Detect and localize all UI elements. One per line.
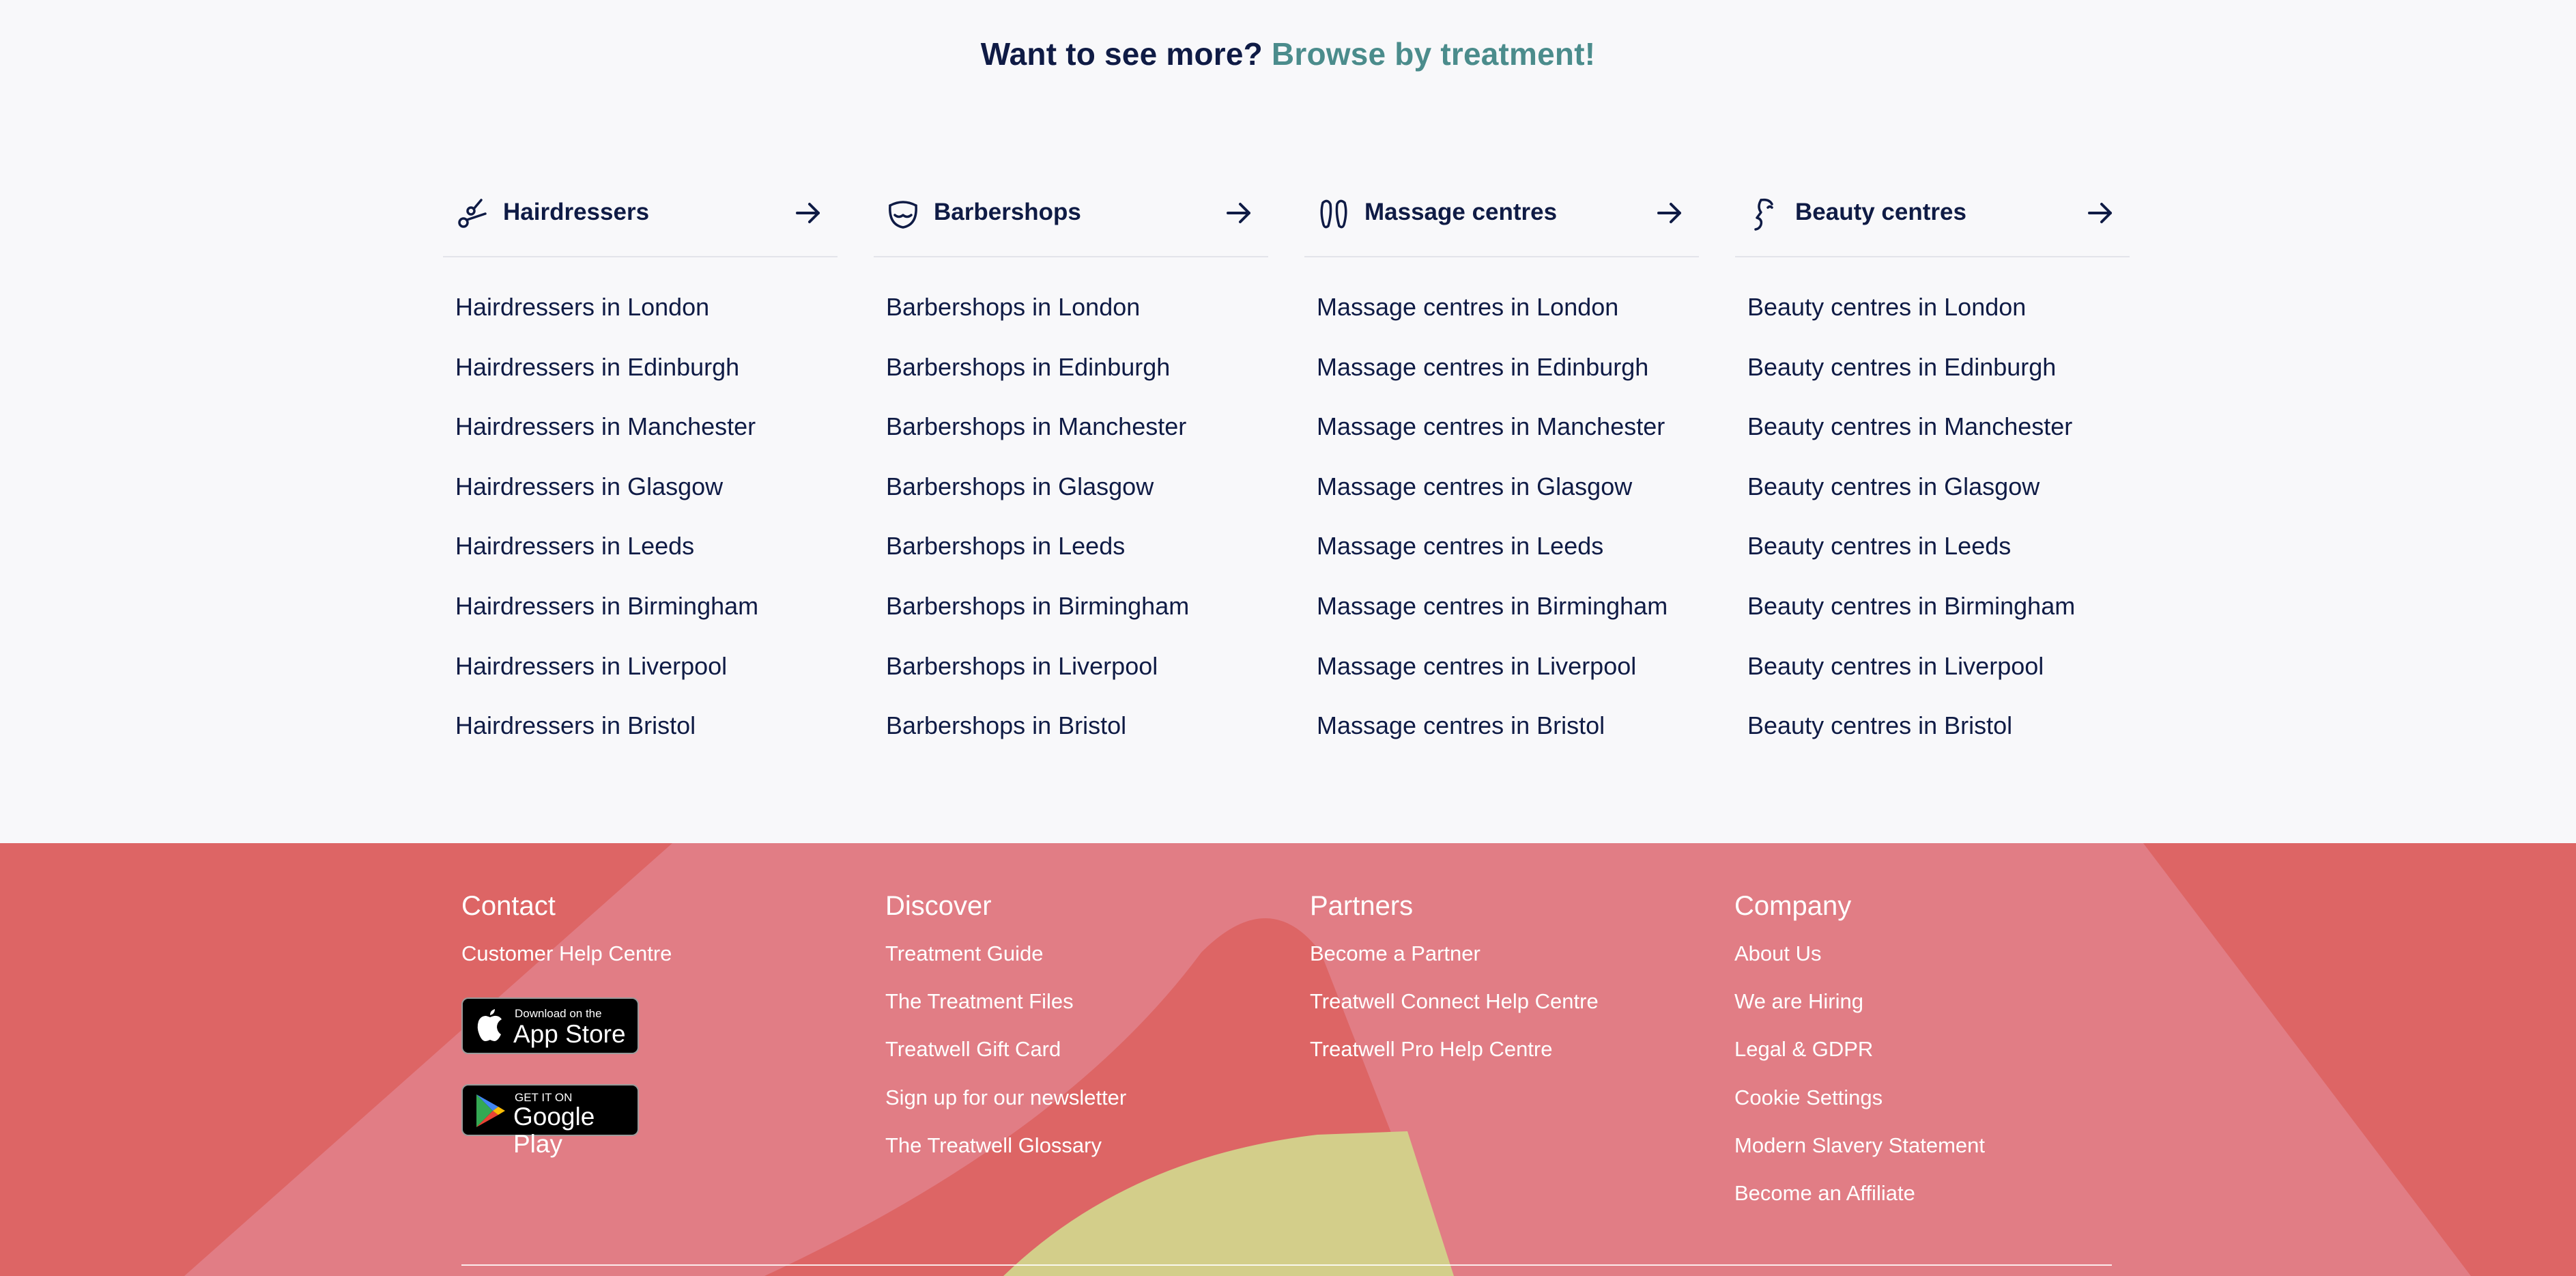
footer-links-company: About Us We are Hiring Legal & GDPR Cook…: [1734, 941, 1985, 1228]
footer-links-discover: Treatment Guide The Treatment Files Trea…: [885, 941, 1126, 1180]
footer-heading-discover: Discover: [885, 891, 992, 921]
footer-link[interactable]: Treatment Guide: [885, 941, 1126, 989]
column-header-massage-centres[interactable]: Massage centres: [1304, 181, 1699, 257]
list-item[interactable]: Massage centres in Edinburgh: [1317, 352, 1668, 412]
scissors-icon: [458, 199, 487, 228]
footer-link[interactable]: Sign up for our newsletter: [885, 1085, 1126, 1133]
browse-by-treatment-link[interactable]: Browse by treatment!: [1272, 36, 1595, 72]
footer-link[interactable]: The Treatwell Glossary: [885, 1133, 1126, 1180]
footer-link[interactable]: We are Hiring: [1734, 989, 1985, 1036]
column-barbershops: Barbershops Barbershops in London Barber…: [874, 181, 1268, 739]
list-item[interactable]: Barbershops in Manchester: [886, 412, 1189, 472]
footer-link[interactable]: Become an Affiliate: [1734, 1180, 1985, 1228]
footer-links-contact: Customer Help Centre: [461, 941, 672, 989]
column-title: Barbershops: [934, 199, 1081, 225]
moustache-face-icon: [889, 201, 917, 229]
list-item[interactable]: Barbershops in Glasgow: [886, 472, 1189, 532]
footer-heading-partners: Partners: [1310, 891, 1414, 921]
list-item[interactable]: Massage centres in Liverpool: [1317, 651, 1668, 711]
app-store-big-text: App Store: [513, 1020, 626, 1048]
list-item[interactable]: Beauty centres in Liverpool: [1747, 651, 2075, 711]
browse-headline: Want to see more? Browse by treatment!: [0, 36, 2576, 72]
footer-partners: Partners Become a Partner Treatwell Conn…: [1310, 889, 1599, 1085]
list-item[interactable]: Hairdressers in London: [455, 292, 758, 352]
arrow-right-icon[interactable]: [1225, 199, 1253, 227]
list-item[interactable]: Beauty centres in London: [1747, 292, 2075, 352]
list-item[interactable]: Massage centres in Leeds: [1317, 531, 1668, 591]
list-item[interactable]: Barbershops in Leeds: [886, 531, 1189, 591]
list-item[interactable]: Massage centres in Bristol: [1317, 711, 1668, 771]
list-item[interactable]: Massage centres in Birmingham: [1317, 591, 1668, 651]
column-title: Beauty centres: [1795, 199, 1966, 225]
column-header-barbershops[interactable]: Barbershops: [874, 181, 1268, 257]
column-title: Hairdressers: [503, 199, 650, 225]
list-item[interactable]: Beauty centres in Glasgow: [1747, 472, 2075, 532]
face-profile-icon: [1754, 198, 1773, 231]
footer-link[interactable]: About Us: [1734, 941, 1985, 989]
footer-link[interactable]: Modern Slavery Statement: [1734, 1133, 1985, 1180]
list-item[interactable]: Hairdressers in Bristol: [455, 711, 758, 771]
footer-link[interactable]: Treatwell Pro Help Centre: [1310, 1036, 1599, 1084]
column-title: Massage centres: [1364, 199, 1558, 225]
arrow-right-icon[interactable]: [1655, 199, 1684, 227]
app-store-button[interactable]: Download on the App Store: [461, 997, 639, 1054]
footer-divider: [461, 1264, 2112, 1266]
link-list: Beauty centres in London Beauty centres …: [1747, 292, 2075, 771]
arrow-right-icon[interactable]: [794, 199, 822, 227]
column-header-beauty-centres[interactable]: Beauty centres: [1735, 181, 2130, 257]
footer-link[interactable]: Treatwell Gift Card: [885, 1036, 1126, 1084]
list-item[interactable]: Hairdressers in Edinburgh: [455, 352, 758, 412]
list-item[interactable]: Massage centres in London: [1317, 292, 1668, 352]
footer-heading-company: Company: [1734, 891, 1852, 921]
footprints-icon: [1320, 199, 1347, 229]
footer-link[interactable]: Cookie Settings: [1734, 1085, 1985, 1133]
column-massage-centres: Massage centres Massage centres in Londo…: [1304, 181, 1699, 739]
column-beauty-centres: Beauty centres Beauty centres in London …: [1735, 181, 2130, 739]
link-list: Barbershops in London Barbershops in Edi…: [886, 292, 1189, 771]
list-item[interactable]: Beauty centres in Edinburgh: [1747, 352, 2075, 412]
list-item[interactable]: Barbershops in Bristol: [886, 711, 1189, 771]
footer-link[interactable]: Treatwell Connect Help Centre: [1310, 989, 1599, 1036]
column-hairdressers: Hairdressers Hairdressers in London Hair…: [443, 181, 838, 739]
apple-icon: [477, 1009, 502, 1041]
arrow-right-icon[interactable]: [2086, 199, 2115, 227]
footer-link[interactable]: Become a Partner: [1310, 941, 1599, 989]
list-item[interactable]: Hairdressers in Liverpool: [455, 651, 758, 711]
list-item[interactable]: Hairdressers in Glasgow: [455, 472, 758, 532]
footer-discover: Discover Treatment Guide The Treatment F…: [885, 889, 1126, 1180]
google-play-big-text: Google Play: [513, 1103, 595, 1158]
app-store-small-text: Download on the: [515, 1007, 602, 1020]
footer-company: Company About Us We are Hiring Legal & G…: [1734, 889, 1985, 1228]
list-item[interactable]: Barbershops in London: [886, 292, 1189, 352]
list-item[interactable]: Barbershops in Edinburgh: [886, 352, 1189, 412]
footer-contact: Contact Customer Help Centre: [461, 889, 672, 989]
footer-background-shapes: [184, 843, 2471, 1276]
list-item[interactable]: Hairdressers in Manchester: [455, 412, 758, 472]
browse-section: Want to see more? Browse by treatment! H…: [0, 0, 2576, 843]
footer-link[interactable]: Legal & GDPR: [1734, 1036, 1985, 1084]
footer-link[interactable]: Customer Help Centre: [461, 941, 672, 989]
column-header-hairdressers[interactable]: Hairdressers: [443, 181, 838, 257]
link-list: Hairdressers in London Hairdressers in E…: [455, 292, 758, 771]
list-item[interactable]: Beauty centres in Bristol: [1747, 711, 2075, 771]
site-footer: Contact Customer Help Centre Download on…: [0, 843, 2576, 1276]
headline-lead: Want to see more?: [980, 36, 1263, 72]
list-item[interactable]: Hairdressers in Birmingham: [455, 591, 758, 651]
list-item[interactable]: Beauty centres in Leeds: [1747, 531, 2075, 591]
list-item[interactable]: Massage centres in Manchester: [1317, 412, 1668, 472]
category-columns: Hairdressers Hairdressers in London Hair…: [443, 181, 2130, 754]
footer-links-partners: Become a Partner Treatwell Connect Help …: [1310, 941, 1599, 1085]
link-list: Massage centres in London Massage centre…: [1317, 292, 1668, 771]
list-item[interactable]: Hairdressers in Leeds: [455, 531, 758, 591]
footer-link[interactable]: The Treatment Files: [885, 989, 1126, 1036]
google-play-button[interactable]: GET IT ON Google Play: [461, 1084, 639, 1158]
list-item[interactable]: Beauty centres in Manchester: [1747, 412, 2075, 472]
list-item[interactable]: Barbershops in Birmingham: [886, 591, 1189, 651]
list-item[interactable]: Barbershops in Liverpool: [886, 651, 1189, 711]
google-play-icon: [476, 1094, 505, 1127]
footer-heading-contact: Contact: [461, 891, 556, 921]
list-item[interactable]: Massage centres in Glasgow: [1317, 472, 1668, 532]
list-item[interactable]: Beauty centres in Birmingham: [1747, 591, 2075, 651]
